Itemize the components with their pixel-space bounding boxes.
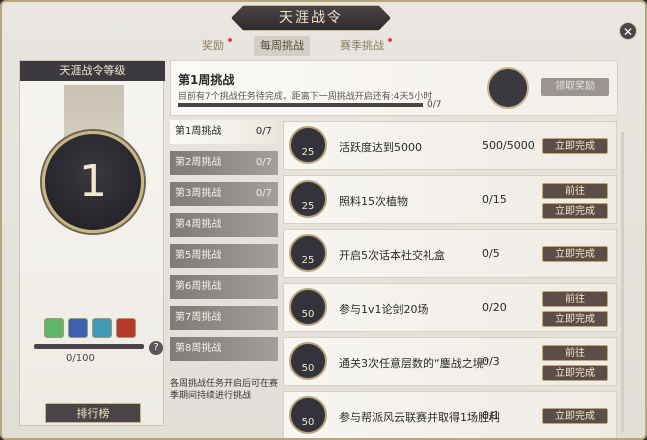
- go-to-button[interactable]: 前往: [542, 291, 608, 307]
- task-name: 照料15次植物: [339, 195, 408, 208]
- window-title: 天涯战令: [231, 5, 391, 31]
- task-progress: 0/3: [482, 355, 500, 368]
- task-reward-icon: 50: [289, 396, 327, 434]
- complete-now-button[interactable]: 立即完成: [542, 408, 608, 424]
- notification-dot: [388, 38, 392, 42]
- level-badge: 1: [42, 131, 144, 233]
- level-progress-text: 0/100: [66, 353, 95, 364]
- week-reward-icon[interactable]: [487, 67, 529, 109]
- notification-dot: [228, 38, 232, 42]
- task-list: 25 活跃度达到5000 500/5000 立即完成 25 照料15次植物 0/…: [283, 121, 617, 438]
- task-row: 50 参与帮派风云联赛并取得1场胜利 0/1 立即完成: [283, 391, 617, 438]
- task-name: 参与帮派风云联赛并取得1场胜利: [339, 411, 500, 424]
- task-row: 25 照料15次植物 0/15 前往 立即完成: [283, 175, 617, 224]
- task-reward-icon: 50: [289, 342, 327, 380]
- claim-reward-button[interactable]: 领取奖励: [541, 78, 609, 96]
- complete-now-button[interactable]: 立即完成: [542, 203, 608, 219]
- week-item[interactable]: 第6周挑战: [170, 275, 278, 299]
- week-summary: 第1周挑战 目前有7个挑战任务待完成，距离下一周挑战开启还有:4天5小时 0/7…: [170, 60, 618, 116]
- complete-now-button[interactable]: 立即完成: [542, 311, 608, 327]
- week-progress-text: 0/7: [427, 100, 442, 110]
- level-reward-icons: [44, 318, 136, 338]
- complete-now-button[interactable]: 立即完成: [542, 246, 608, 262]
- task-reward-icon: 25: [289, 234, 327, 272]
- week-item[interactable]: 第3周挑战 0/7: [170, 182, 278, 206]
- reward-item-icon[interactable]: [44, 318, 64, 338]
- level-header: 天涯战令等级: [20, 61, 165, 81]
- task-progress: 0/20: [482, 301, 507, 314]
- reward-item-icon[interactable]: [116, 318, 136, 338]
- task-reward-icon: 25: [289, 180, 327, 218]
- week-item[interactable]: 第7周挑战: [170, 306, 278, 330]
- leaderboard-button[interactable]: 排行榜: [45, 403, 141, 423]
- week-list: 第1周挑战 0/7 第2周挑战 0/7 第3周挑战 0/7 第4周挑战 第5周挑战 第…: [170, 120, 278, 368]
- top-tabs: 奖励 每周挑战 赛季挑战: [202, 36, 392, 56]
- week-note: 各周挑战任务开启后可在赛季期间持续进行挑战: [170, 379, 279, 401]
- task-progress: 0/15: [482, 193, 507, 206]
- task-progress: 0/1: [482, 409, 500, 422]
- help-icon[interactable]: ?: [149, 341, 163, 355]
- complete-now-button[interactable]: 立即完成: [542, 138, 608, 154]
- task-name: 开启5次话本社交礼盒: [339, 249, 445, 262]
- tab-season-challenge[interactable]: 赛季挑战: [340, 36, 392, 56]
- week-progress-bar: [178, 103, 423, 107]
- battle-pass-window: 天涯战令 ✕ 奖励 每周挑战 赛季挑战 天涯战令等级 1 0/100 ? 排行榜: [0, 0, 647, 440]
- task-name: 参与1v1论剑20场: [339, 303, 429, 316]
- close-icon[interactable]: ✕: [619, 22, 637, 40]
- level-panel: 天涯战令等级 1 0/100 ? 排行榜: [19, 60, 165, 426]
- task-name: 活跃度达到5000: [339, 141, 422, 154]
- week-item[interactable]: 第1周挑战 0/7: [170, 120, 278, 144]
- task-progress: 500/5000: [482, 139, 535, 152]
- tab-rewards[interactable]: 奖励: [202, 36, 232, 56]
- week-title: 第1周挑战: [178, 73, 235, 87]
- task-row: 25 开启5次话本社交礼盒 0/5 立即完成: [283, 229, 617, 278]
- go-to-button[interactable]: 前往: [542, 183, 608, 199]
- week-item[interactable]: 第8周挑战: [170, 337, 278, 361]
- task-name: 通关3次任意层数的“鏖战之境”: [339, 357, 490, 370]
- week-description: 目前有7个挑战任务待完成，距离下一周挑战开启还有:4天5小时: [178, 92, 433, 102]
- week-item[interactable]: 第4周挑战: [170, 213, 278, 237]
- go-to-button[interactable]: 前往: [542, 345, 608, 361]
- week-item[interactable]: 第5周挑战: [170, 244, 278, 268]
- reward-item-icon[interactable]: [92, 318, 112, 338]
- reward-item-icon[interactable]: [68, 318, 88, 338]
- week-item[interactable]: 第2周挑战 0/7: [170, 151, 278, 175]
- task-progress: 0/5: [482, 247, 500, 260]
- task-reward-icon: 50: [289, 288, 327, 326]
- task-scrollbar[interactable]: [621, 132, 624, 432]
- task-row: 50 通关3次任意层数的“鏖战之境” 0/3 前往 立即完成: [283, 337, 617, 386]
- task-row: 25 活跃度达到5000 500/5000 立即完成: [283, 121, 617, 170]
- task-reward-icon: 25: [289, 126, 327, 164]
- tab-weekly-challenge[interactable]: 每周挑战: [254, 36, 310, 56]
- task-row: 50 参与1v1论剑20场 0/20 前往 立即完成: [283, 283, 617, 332]
- level-progress-bar: [34, 344, 144, 349]
- complete-now-button[interactable]: 立即完成: [542, 365, 608, 381]
